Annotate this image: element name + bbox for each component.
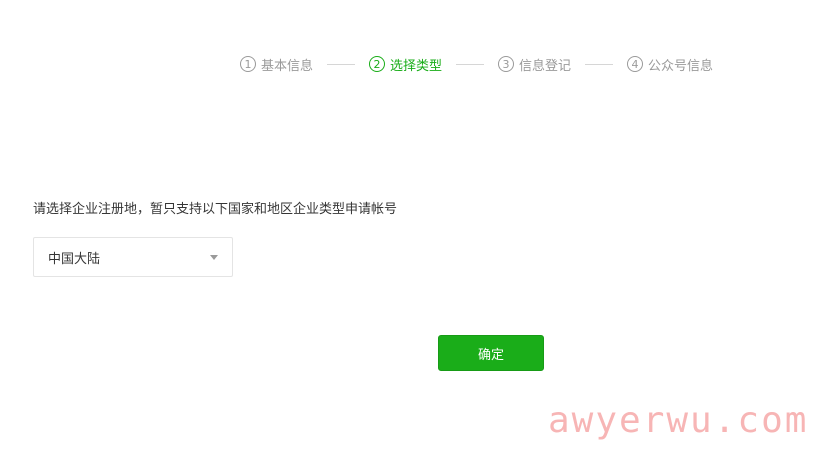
region-select[interactable]: 中国大陆 [33,237,233,277]
confirm-button[interactable]: 确定 [438,335,544,371]
step-separator [327,63,356,65]
step-1: 1 基本信息 [240,55,313,74]
step-indicator: 1 基本信息 2 选择类型 3 信息登记 4 公众号信息 [240,53,713,75]
step-3: 3 信息登记 [498,55,571,74]
step-separator [585,63,614,65]
page: 1 基本信息 2 选择类型 3 信息登记 4 公众号信息 请选择企业注册地，暂只… [0,0,826,456]
region-select-value: 中国大陆 [48,251,101,267]
step-2-label: 选择类型 [390,58,443,74]
step-1-number: 1 [240,56,256,72]
step-1-label: 基本信息 [261,58,314,74]
instruction-text: 请选择企业注册地，暂只支持以下国家和地区企业类型申请帐号 [33,202,398,217]
step-2: 2 选择类型 [369,55,442,74]
step-4-label: 公众号信息 [648,58,714,74]
step-4-number: 4 [627,56,644,72]
step-3-number: 3 [498,56,515,72]
step-2-number: 2 [369,56,386,72]
watermark: awyerwu.com [548,400,809,441]
step-separator [456,63,485,65]
chevron-down-icon [210,254,218,260]
confirm-button-label: 确定 [477,347,504,363]
step-4: 4 公众号信息 [627,55,713,74]
step-3-label: 信息登记 [519,58,572,74]
